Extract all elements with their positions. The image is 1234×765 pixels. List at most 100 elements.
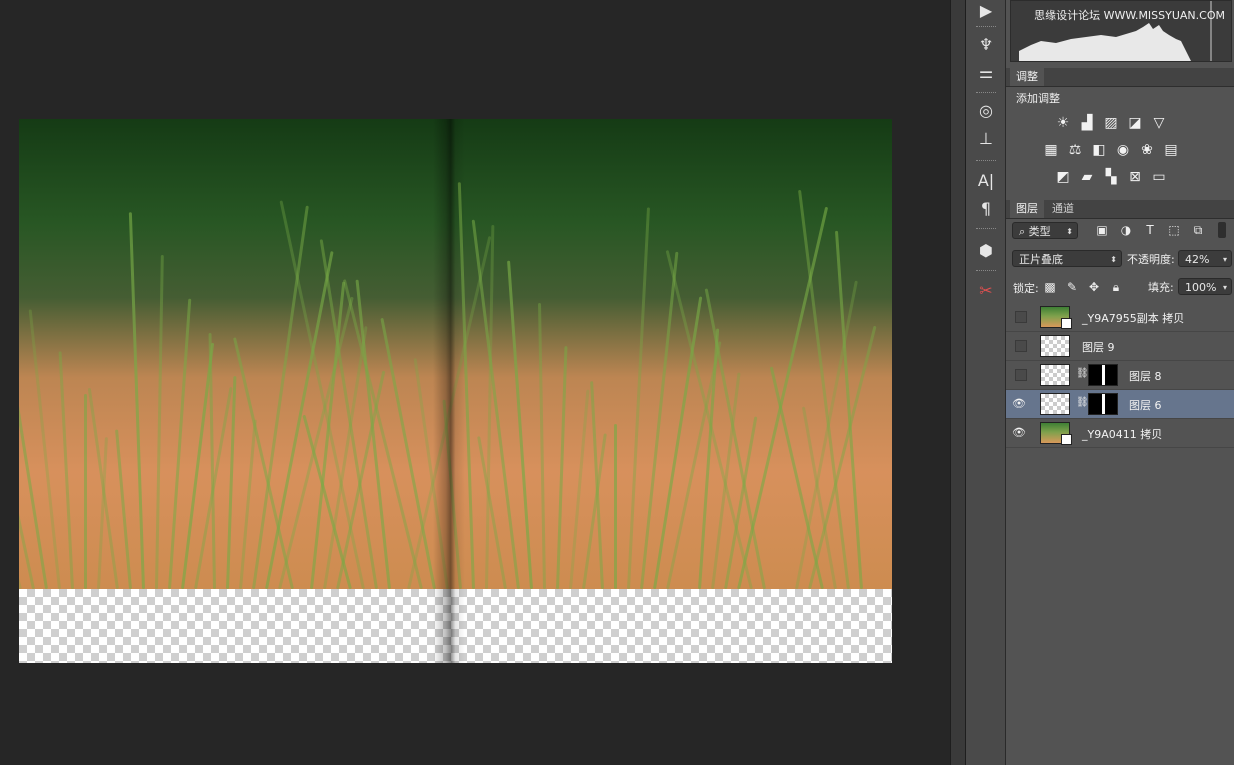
lock-transparency-icon[interactable]: ▩ — [1042, 279, 1058, 295]
black-white-icon[interactable]: ◧ — [1090, 141, 1108, 159]
grass-blade — [84, 394, 87, 589]
opacity-field[interactable]: 42% ▾ — [1178, 250, 1232, 267]
layer-row[interactable]: 👁︎ _Y9A0411 拷贝 — [1006, 419, 1234, 448]
brightness-icon[interactable]: ☀ — [1054, 114, 1072, 132]
exposure-icon[interactable]: ◪ — [1126, 114, 1144, 132]
tab-layers[interactable]: 图层 — [1010, 200, 1044, 218]
eye-icon[interactable]: 👁︎ — [1012, 427, 1026, 439]
stamp-icon[interactable]: ⊥ — [974, 128, 998, 150]
invert-icon[interactable]: ◩ — [1054, 168, 1072, 186]
tab-adjustments[interactable]: 调整 — [1010, 68, 1044, 86]
brush-presets-icon[interactable]: ♆ — [974, 34, 998, 56]
character-icon[interactable]: A| — [974, 170, 998, 192]
tab-channels[interactable]: 通道 — [1046, 200, 1080, 218]
opacity-label: 不透明度: — [1127, 253, 1175, 266]
filter-kind-value: 类型 — [1028, 225, 1051, 238]
filter-toggle-icon[interactable] — [1218, 222, 1226, 238]
paragraph-icon[interactable]: ¶ — [974, 198, 998, 220]
chevron-down-icon: ▾ — [1222, 255, 1227, 264]
hue-saturation-icon[interactable]: ▦ — [1042, 141, 1060, 159]
channel-mixer-icon[interactable]: ❀ — [1138, 141, 1156, 159]
blend-mode-value: 正片叠底 — [1019, 253, 1063, 266]
layers-controls: ⌕ 类型 ⬍ ▣ ◑ T ⬚ ⧉ 正片叠底 ⬍ 不透明度: 42% ▾ 锁定: … — [1006, 219, 1234, 307]
type-filter-icon[interactable]: T — [1142, 222, 1158, 238]
layer-name[interactable]: 图层 9 — [1082, 339, 1115, 355]
visibility-toggle[interactable] — [1015, 340, 1027, 352]
color-balance-icon[interactable]: ⚖ — [1066, 141, 1084, 159]
grass-blade — [556, 346, 568, 590]
layer-thumbnail[interactable] — [1040, 393, 1070, 415]
eye-icon[interactable]: 👁︎ — [1012, 398, 1026, 410]
panel-divider[interactable] — [950, 0, 966, 765]
grass-blade — [834, 230, 863, 590]
lock-position-icon[interactable]: ✥ — [1086, 279, 1102, 295]
adjustment-row-3: ◩ ▰ ▚ ⊠ ▭ — [1054, 168, 1168, 186]
blend-mode-select[interactable]: 正片叠底 ⬍ — [1012, 250, 1122, 267]
fill-value: 100% — [1185, 281, 1217, 294]
grass-blade — [355, 279, 391, 590]
vibrance-icon[interactable]: ▽ — [1150, 114, 1168, 132]
document-image[interactable] — [19, 119, 892, 663]
grass-blade — [737, 206, 829, 590]
layer-mask-thumbnail[interactable] — [1088, 364, 1118, 386]
layer-name[interactable]: 图层 8 — [1129, 368, 1162, 384]
visibility-toggle[interactable] — [1015, 369, 1027, 381]
layer-name[interactable]: _Y9A0411 拷贝 — [1082, 426, 1162, 442]
layer-thumbnail[interactable] — [1040, 364, 1070, 386]
grass-blade — [485, 225, 495, 590]
threshold-icon[interactable]: ▚ — [1102, 168, 1120, 186]
lock-image-icon[interactable]: ✎ — [1064, 279, 1080, 295]
play-icon[interactable]: ▶ — [974, 0, 998, 22]
layer-thumbnail[interactable] — [1040, 335, 1070, 357]
3d-cube-icon[interactable]: ⬢ — [974, 240, 998, 262]
add-adjustment-title: 添加调整 — [1016, 92, 1060, 105]
grass-blade — [155, 255, 164, 590]
layer-row[interactable]: ⛓ 图层 8 — [1006, 361, 1234, 390]
fill-label: 填充: — [1148, 281, 1174, 294]
layers-list: _Y9A7955副本 拷贝 图层 9 ⛓ 图层 8 👁︎ ⛓ 图层 6 👁︎ _Y9A0411 … — [1006, 303, 1234, 448]
adjustment-row-2: ▦ ⚖ ◧ ◉ ❀ ▤ — [1042, 141, 1180, 159]
grass-blade — [115, 429, 132, 590]
grip-icon[interactable] — [976, 160, 996, 163]
lock-all-icon[interactable]: 🔒︎ — [1108, 279, 1124, 295]
visibility-toggle[interactable] — [1015, 311, 1027, 323]
clone-source-icon[interactable]: ◎ — [974, 100, 998, 122]
color-lookup-icon[interactable]: ▤ — [1162, 141, 1180, 159]
grass-blade — [58, 351, 74, 590]
histogram-panel: 思缘设计论坛 WWW.MISSYUAN.COM — [1010, 0, 1232, 62]
smart-object-icon — [1061, 434, 1072, 445]
gradient-map-icon[interactable]: ▭ — [1150, 168, 1168, 186]
lock-label: 锁定: — [1013, 282, 1039, 295]
smart-object-filter-icon[interactable]: ⧉ — [1190, 222, 1206, 238]
layer-row[interactable]: 👁︎ ⛓ 图层 6 — [1006, 390, 1234, 419]
chevron-updown-icon: ⬍ — [1110, 255, 1117, 264]
tool-presets-icon[interactable]: ✂ — [974, 280, 998, 302]
pixel-filter-icon[interactable]: ▣ — [1094, 222, 1110, 238]
curves-icon[interactable]: ▨ — [1102, 114, 1120, 132]
panel-icon-strip: ▶ ♆ ⚌ ◎ ⊥ A| ¶ ⬢ ✂ — [966, 0, 1006, 765]
link-icon[interactable]: ⛓ — [1076, 368, 1089, 379]
document-canvas-area[interactable] — [0, 0, 950, 765]
layer-row[interactable]: 图层 9 — [1006, 332, 1234, 361]
selective-color-icon[interactable]: ⊠ — [1126, 168, 1144, 186]
filter-kind-select[interactable]: ⌕ 类型 ⬍ — [1012, 222, 1078, 239]
posterize-icon[interactable]: ▰ — [1078, 168, 1096, 186]
layer-mask-thumbnail[interactable] — [1088, 393, 1118, 415]
grass-blade — [614, 424, 617, 589]
link-icon[interactable]: ⛓ — [1076, 397, 1089, 408]
photo-filter-icon[interactable]: ◉ — [1114, 141, 1132, 159]
grip-icon[interactable] — [976, 228, 996, 231]
grip-icon[interactable] — [976, 26, 996, 29]
adjustment-filter-icon[interactable]: ◑ — [1118, 222, 1134, 238]
grip-icon[interactable] — [976, 92, 996, 95]
levels-icon[interactable]: ▟ — [1078, 114, 1096, 132]
grass-blade — [239, 419, 257, 590]
shape-filter-icon[interactable]: ⬚ — [1166, 222, 1182, 238]
search-icon: ⌕ — [1019, 225, 1026, 238]
layer-name[interactable]: 图层 6 — [1129, 397, 1162, 413]
fill-field[interactable]: 100% ▾ — [1178, 278, 1232, 295]
layer-row[interactable]: _Y9A7955副本 拷贝 — [1006, 303, 1234, 332]
layer-name[interactable]: _Y9A7955副本 拷贝 — [1082, 310, 1184, 326]
adjust-sliders-icon[interactable]: ⚌ — [974, 62, 998, 84]
grip-icon[interactable] — [976, 270, 996, 273]
